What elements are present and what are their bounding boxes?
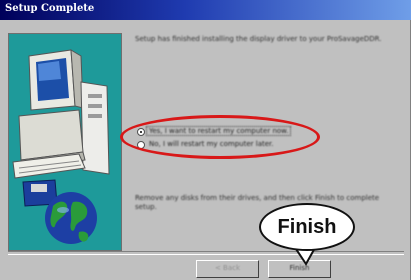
window-title: Setup Complete: [5, 3, 95, 14]
highlight-ellipse: [120, 115, 320, 159]
instruction-text-line1: Remove any disks from their drives, and …: [135, 194, 380, 202]
side-illustration: [8, 33, 122, 251]
setup-complete-dialog: Setup Complete Setup has finished instal…: [0, 0, 411, 280]
back-button-label: < Back: [214, 264, 241, 272]
button-separator: [8, 251, 404, 255]
finish-callout-bubble: Finish: [259, 203, 355, 251]
instruction-text-line2: setup.: [135, 203, 157, 211]
title-bar[interactable]: Setup Complete: [0, 0, 411, 20]
intro-text: Setup has finished installing the displa…: [135, 35, 382, 43]
back-button[interactable]: < Back: [196, 260, 259, 278]
computer-globe-illustration: [12, 49, 110, 244]
